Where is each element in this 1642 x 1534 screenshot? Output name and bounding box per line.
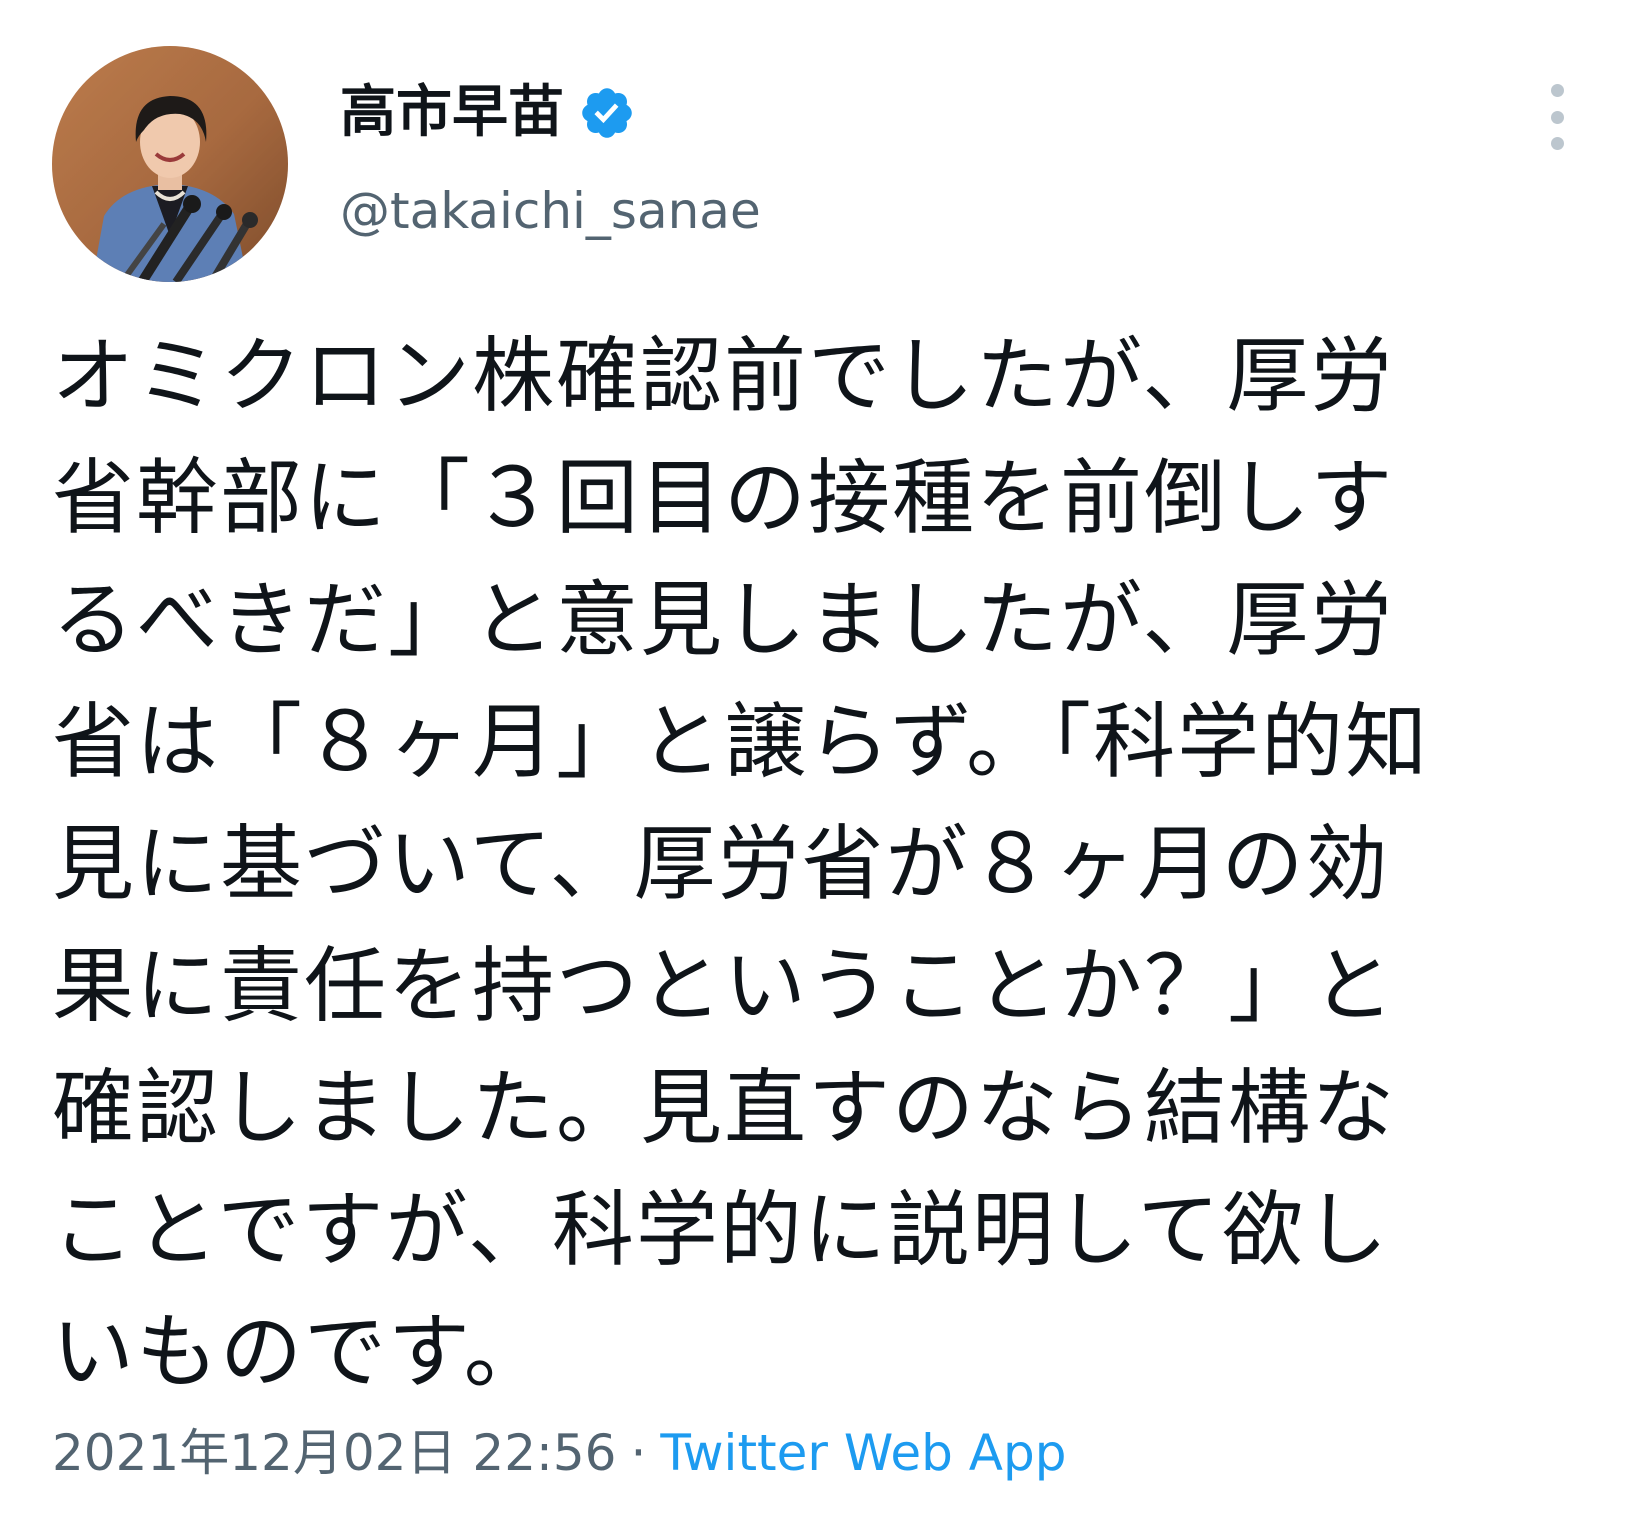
- more-dot: [1550, 110, 1564, 124]
- more-dot: [1550, 137, 1564, 150]
- author-handle[interactable]: @takaichi_sanae: [340, 178, 761, 244]
- tweet-text-line: 確認しました。見直すのなら結構な: [52, 1061, 1397, 1156]
- tweet-text: オミクロン株確認前でしたが、厚労 省幹部に「３回目の接種を前倒しす るべきだ」と…: [52, 316, 1604, 1414]
- tweet-meta: 2021年12月02日 22:56 · Twitter Web App: [52, 1420, 1066, 1486]
- tweet-text-line: いものです。: [52, 1305, 548, 1400]
- tweet-text-line: 果に責任を持つということか？」と: [52, 939, 1397, 1034]
- tweet-text-line: オミクロン株確認前でしたが、厚労: [52, 329, 1395, 424]
- tweet-source-link[interactable]: Twitter Web App: [660, 1424, 1066, 1482]
- tweet-text-line: 省幹部に「３回目の接種を前倒しす: [52, 451, 1395, 546]
- meta-separator: ·: [630, 1424, 647, 1482]
- display-name[interactable]: 高市早苗: [340, 78, 564, 148]
- author-name-row[interactable]: 高市早苗: [340, 78, 636, 148]
- tweet-text-line: るべきだ」と意見しましたが、厚労: [52, 573, 1395, 668]
- tweet: 高市早苗 @takaichi_sanae オミクロン株確認前でしたが、厚労 省幹…: [0, 0, 1642, 1534]
- avatar[interactable]: [52, 46, 288, 282]
- tweet-text-line: 省は「８ヶ月」と譲らず。「科学的知: [52, 695, 1430, 790]
- tweet-text-line: ことですが、科学的に説明して欲し: [52, 1183, 1390, 1278]
- tweet-text-line: 見に基づいて、厚労省が８ヶ月の効: [52, 817, 1390, 912]
- avatar-image: [52, 46, 288, 282]
- verified-badge-icon: [582, 88, 632, 138]
- more-options-icon[interactable]: [1532, 84, 1582, 150]
- more-dot: [1550, 84, 1564, 97]
- tweet-timestamp[interactable]: 2021年12月02日 22:56: [52, 1424, 616, 1482]
